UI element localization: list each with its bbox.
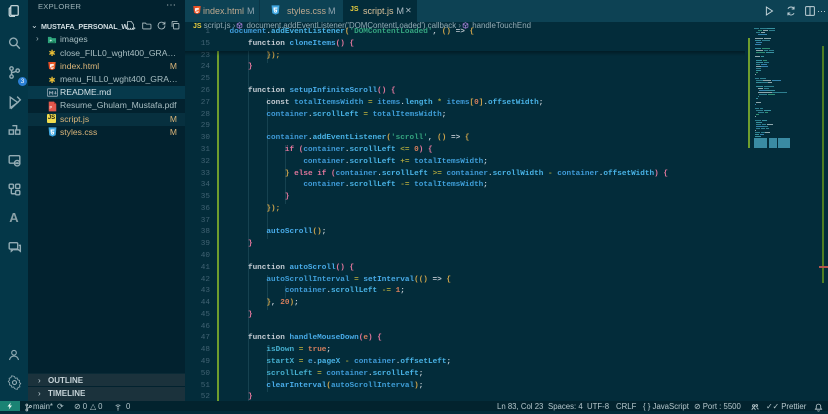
svg-text:P: P bbox=[49, 105, 52, 110]
